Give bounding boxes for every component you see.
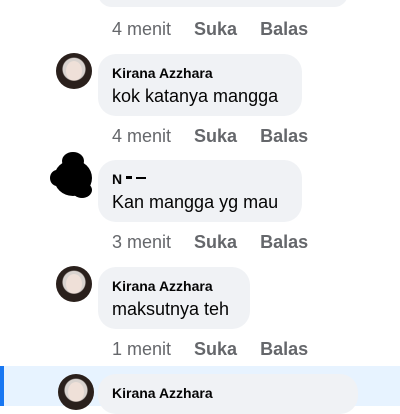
redaction-mark: [124, 172, 158, 184]
avatar[interactable]: [58, 374, 94, 410]
comment-author[interactable]: Kirana Azzhara: [112, 65, 213, 81]
comment-time: 1 menit: [112, 339, 172, 359]
reply-button[interactable]: Balas: [260, 126, 308, 146]
comment-bubble: Kirana Azzhara kok katanya mangga: [98, 54, 302, 116]
avatar[interactable]: [56, 266, 92, 302]
like-button[interactable]: Suka: [194, 126, 237, 146]
highlight-indicator: [0, 366, 4, 406]
comment-bubble: Kirana Azzhara: [98, 374, 358, 414]
avatar[interactable]: [56, 53, 92, 89]
comment-author[interactable]: Kirana Azzhara: [112, 278, 213, 294]
like-button[interactable]: Suka: [194, 339, 237, 359]
comment-bubble: Kirana Azzhara maksutnya teh: [98, 267, 250, 329]
reply-button[interactable]: Balas: [260, 232, 308, 252]
comment-text: kok katanya mangga: [112, 86, 279, 106]
comment-meta: 3 menit Suka Balas: [112, 232, 326, 253]
comment-meta: 4 menit Suka Balas: [112, 126, 326, 147]
comment-author[interactable]: N: [112, 171, 122, 187]
like-button[interactable]: Suka: [194, 232, 237, 252]
previous-comment-meta: 4 menit Suka Balas: [112, 19, 326, 40]
comment-text: Kan mangga yg mau: [112, 192, 279, 212]
reply-button[interactable]: Balas: [260, 339, 308, 359]
comment-time: 3 menit: [112, 232, 172, 252]
previous-comment-bubble: [98, 0, 348, 7]
comment-meta: 1 menit Suka Balas: [112, 339, 326, 360]
comment-time: 4 menit: [112, 126, 172, 146]
reply-button[interactable]: Balas: [260, 19, 308, 39]
like-button[interactable]: Suka: [194, 19, 237, 39]
comment-text: maksutnya teh: [112, 299, 230, 319]
comment-author[interactable]: Kirana Azzhara: [112, 385, 213, 401]
comment-time: 4 menit: [112, 19, 172, 39]
comment-bubble: N Kan mangga yg mau: [98, 160, 302, 222]
